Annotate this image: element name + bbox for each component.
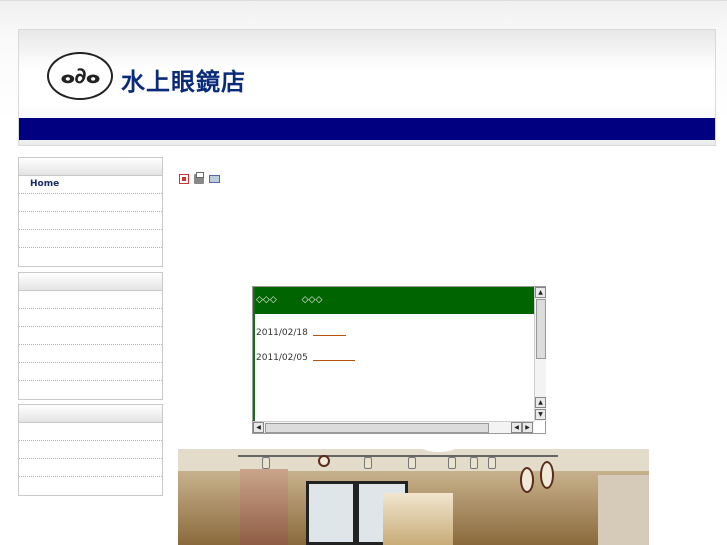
photo-highlight xyxy=(418,436,460,452)
sidebar-item[interactable] xyxy=(19,212,162,230)
news-item: 2011/02/18 xyxy=(256,328,346,338)
photo-lamp xyxy=(408,457,416,469)
photo-ceiling-rail xyxy=(238,455,558,457)
scroll-left-button[interactable]: ◀ xyxy=(511,422,522,433)
photo-display-shelf xyxy=(383,493,453,545)
sidebar-menu-main: Home xyxy=(18,157,163,267)
shop-name[interactable]: 水上眼鏡店 xyxy=(121,62,246,97)
photo-clock xyxy=(520,467,534,493)
sidebar-item[interactable] xyxy=(19,230,162,248)
sidebar-item[interactable] xyxy=(19,194,162,212)
sidebar-box-header xyxy=(19,158,162,176)
sidebar-item[interactable] xyxy=(19,248,162,266)
photo-clock xyxy=(540,461,554,489)
scroll-down-button[interactable]: ▼ xyxy=(535,409,546,420)
news-frame-content: ◇◇◇ ◇◇◇ 2011/02/18 2011/02/05 xyxy=(253,287,536,421)
photo-glasses-rack xyxy=(598,475,649,545)
sidebar-item[interactable] xyxy=(19,363,162,381)
news-header-col: ◇◇◇ xyxy=(256,295,277,305)
sidebar-item[interactable] xyxy=(19,441,162,459)
article-toolbar xyxy=(179,172,220,184)
news-frame: ◇◇◇ ◇◇◇ 2011/02/18 2011/02/05 ▲ ▲ ▼ ◀ ◀ … xyxy=(252,286,546,434)
sidebar-item[interactable] xyxy=(19,459,162,477)
photo-lamp xyxy=(364,457,372,469)
scroll-right-button[interactable]: ▶ xyxy=(522,422,533,433)
sidebar-item[interactable] xyxy=(19,327,162,345)
scroll-left-button[interactable]: ◀ xyxy=(253,422,264,433)
sidebar-item[interactable] xyxy=(19,381,162,399)
shop-logo-mark[interactable]: ⴰ∂ⴰ xyxy=(47,52,113,100)
vertical-scrollbar[interactable]: ▲ ▲ ▼ xyxy=(534,287,546,421)
sidebar-box-header xyxy=(19,273,162,291)
photo-lamp xyxy=(470,457,478,469)
pdf-icon[interactable] xyxy=(179,174,189,184)
photo-window xyxy=(306,481,356,545)
photo-clock xyxy=(318,455,330,467)
photo-poster xyxy=(240,469,288,545)
email-icon[interactable] xyxy=(209,175,220,183)
logo-mark-glyph: ⴰ∂ⴰ xyxy=(60,63,100,89)
print-icon[interactable] xyxy=(194,172,204,184)
scroll-up-button[interactable]: ▲ xyxy=(535,397,546,408)
horizontal-scrollbar[interactable]: ◀ ◀ ▶ xyxy=(253,421,534,433)
sidebar-menu-secondary xyxy=(18,272,163,400)
news-date: 2011/02/18 xyxy=(256,328,308,338)
scroll-up-button[interactable]: ▲ xyxy=(535,287,546,298)
shop-interior-photo xyxy=(178,449,649,545)
sidebar-item[interactable] xyxy=(19,291,162,309)
news-header: ◇◇◇ ◇◇◇ xyxy=(255,287,536,314)
news-link[interactable] xyxy=(312,355,355,361)
sidebar-item[interactable] xyxy=(19,477,162,495)
sidebar-box-header xyxy=(19,405,162,423)
news-header-col: ◇◇◇ xyxy=(301,295,323,305)
sidebar-item-home[interactable]: Home xyxy=(19,176,162,194)
photo-lamp xyxy=(448,457,456,469)
horizontal-scroll-thumb[interactable] xyxy=(265,423,489,433)
photo-lamp xyxy=(488,457,496,469)
news-item: 2011/02/05 xyxy=(256,353,355,363)
news-link[interactable] xyxy=(312,330,346,336)
header-blue-bar xyxy=(19,118,715,140)
sidebar-item[interactable] xyxy=(19,345,162,363)
news-date: 2011/02/05 xyxy=(256,353,308,363)
sidebar-item[interactable] xyxy=(19,309,162,327)
sidebar-item[interactable] xyxy=(19,423,162,441)
photo-lamp xyxy=(262,457,270,469)
sidebar-menu-tertiary xyxy=(18,404,163,496)
site-header: ⴰ∂ⴰ 水上眼鏡店 xyxy=(18,29,716,146)
vertical-scroll-thumb[interactable] xyxy=(536,299,546,359)
